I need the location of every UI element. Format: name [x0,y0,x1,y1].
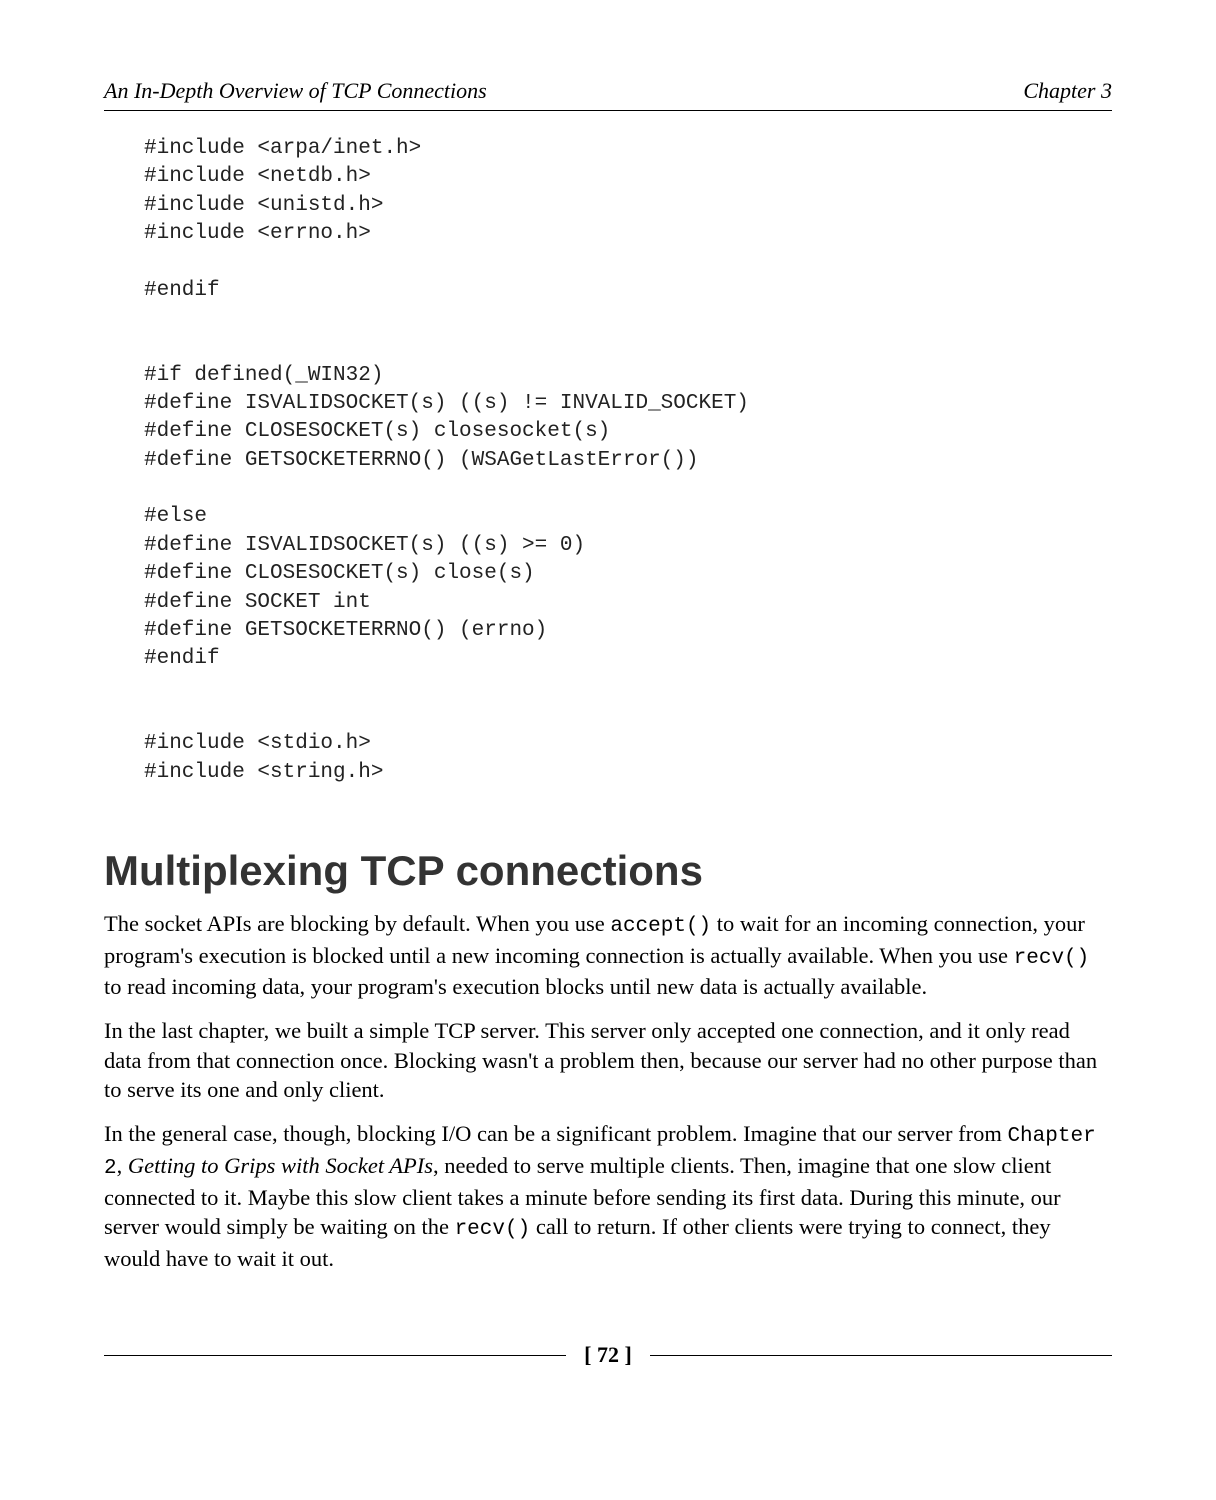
paragraph-1: The socket APIs are blocking by default.… [104,909,1112,1002]
inline-italic: Getting to Grips with Socket APIs [128,1153,433,1178]
page-number: [ 72 ] [584,1342,632,1368]
text-run: , [117,1153,128,1178]
page-footer: [ 72 ] [104,1342,1112,1368]
footer-rule-left [104,1355,566,1356]
inline-code: recv() [455,1218,531,1241]
code-block: #include <arpa/inet.h> #include <netdb.h… [144,135,1112,787]
running-header: An In-Depth Overview of TCP Connections … [104,78,1112,111]
section-heading: Multiplexing TCP connections [104,847,1112,895]
page: An In-Depth Overview of TCP Connections … [0,0,1216,1500]
header-title-left: An In-Depth Overview of TCP Connections [104,78,487,104]
footer-rule-right [650,1355,1112,1356]
paragraph-3: In the general case, though, blocking I/… [104,1119,1112,1274]
footer-line: [ 72 ] [104,1342,1112,1368]
paragraph-2: In the last chapter, we built a simple T… [104,1016,1112,1105]
text-run: to read incoming data, your program's ex… [104,974,927,999]
header-title-right: Chapter 3 [1023,78,1112,104]
text-run: In the general case, though, blocking I/… [104,1121,1007,1146]
inline-code: accept() [610,915,711,938]
inline-code: recv() [1014,947,1090,970]
text-run: The socket APIs are blocking by default.… [104,911,610,936]
